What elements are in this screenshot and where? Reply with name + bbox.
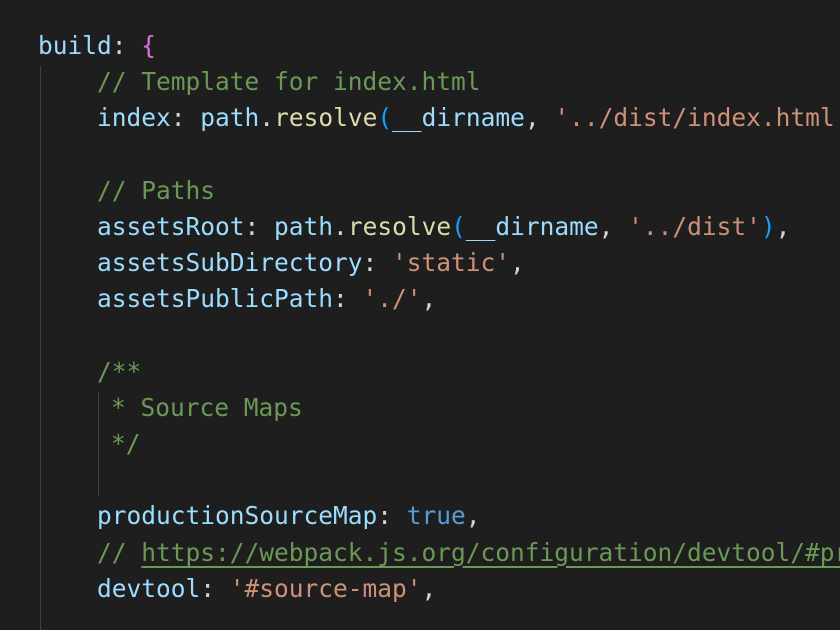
punctuation-token: : (200, 573, 230, 603)
punctuation-token: : (244, 211, 275, 241)
code-line-template-comment: // Template for index.html (38, 64, 840, 100)
string-token: './' (362, 284, 422, 314)
punctuation-token: , (510, 248, 525, 278)
code-line-devtool-link-comment: // https://webpack.js.org/configuration/… (38, 535, 840, 571)
property-token: build (38, 31, 112, 60)
comment-token: // (97, 537, 142, 567)
property-token: assetsRoot (97, 211, 245, 241)
code-editor[interactable]: build: { // Template for index.html inde… (0, 0, 840, 630)
punctuation-token: : (111, 31, 142, 60)
property-token: devtool (97, 573, 201, 603)
punctuation-token: : (333, 284, 363, 314)
punctuation-token: . (259, 103, 275, 133)
punctuation-token: , (524, 103, 555, 133)
property-token: assetsSubDirectory (97, 248, 363, 278)
property-token: __dirname (392, 103, 525, 133)
comment-link[interactable]: https://webpack.js.org/configuration/dev… (141, 538, 840, 567)
code-line-doc-comment-body: * Source Maps (38, 390, 840, 426)
property-token: productionSourceMap (97, 501, 378, 531)
code-line-assets-public-path: assetsPublicPath: './', (38, 281, 840, 317)
code-line-doc-comment-open: /** (38, 354, 840, 390)
string-token: 'static' (392, 248, 511, 278)
punctuation-token: , (421, 284, 437, 314)
comment-token: // Paths (97, 175, 216, 205)
comment-token: * Source Maps (111, 392, 303, 422)
comment-token: // Template for index.html (97, 67, 481, 97)
punctuation-token: : (170, 103, 201, 133)
comment-token: /** (97, 356, 142, 386)
punctuation-token: : (377, 501, 407, 531)
function-token: resolve (347, 211, 452, 241)
code-line-build: build: { (38, 28, 840, 64)
paren-token: ) (760, 211, 776, 241)
property-token: assetsPublicPath (97, 284, 334, 314)
string-token: '../dist' (628, 211, 761, 241)
property-token: index (97, 103, 171, 133)
code-line-devtool: devtool: '#source-map', (38, 571, 840, 607)
punctuation-token: , (465, 501, 481, 531)
code-line-index: index: path.resolve(__dirname, '../dist/… (38, 100, 840, 136)
code-line-assets-root: assetsRoot: path.resolve(__dirname, '../… (38, 209, 840, 245)
punctuation-token: , (421, 573, 437, 603)
code-lines: build: { // Template for index.html inde… (38, 28, 840, 607)
property-token: path (200, 103, 260, 133)
code-line-production-source-map: productionSourceMap: true, (38, 498, 840, 534)
punctuation-token: . (333, 211, 348, 241)
code-line-assets-sub-directory: assetsSubDirectory: 'static', (38, 245, 840, 281)
property-token: path (274, 211, 334, 241)
code-line-doc-comment-close: */ (38, 426, 840, 462)
paren-token: ( (451, 211, 466, 241)
paren-token: ( (377, 103, 393, 133)
punctuation-token: , (775, 211, 791, 241)
punctuation-token: , (598, 211, 629, 241)
brace-token: { (141, 31, 157, 60)
comment-token: */ (111, 429, 141, 459)
string-token: '#source-map' (229, 573, 422, 603)
function-token: resolve (274, 103, 378, 133)
string-token: '../dist/index.html' (554, 103, 840, 133)
punctuation-token: : (362, 248, 393, 278)
property-token: __dirname (465, 211, 599, 241)
code-line-paths-comment: // Paths (38, 173, 840, 209)
keyword-token: true (406, 501, 466, 531)
